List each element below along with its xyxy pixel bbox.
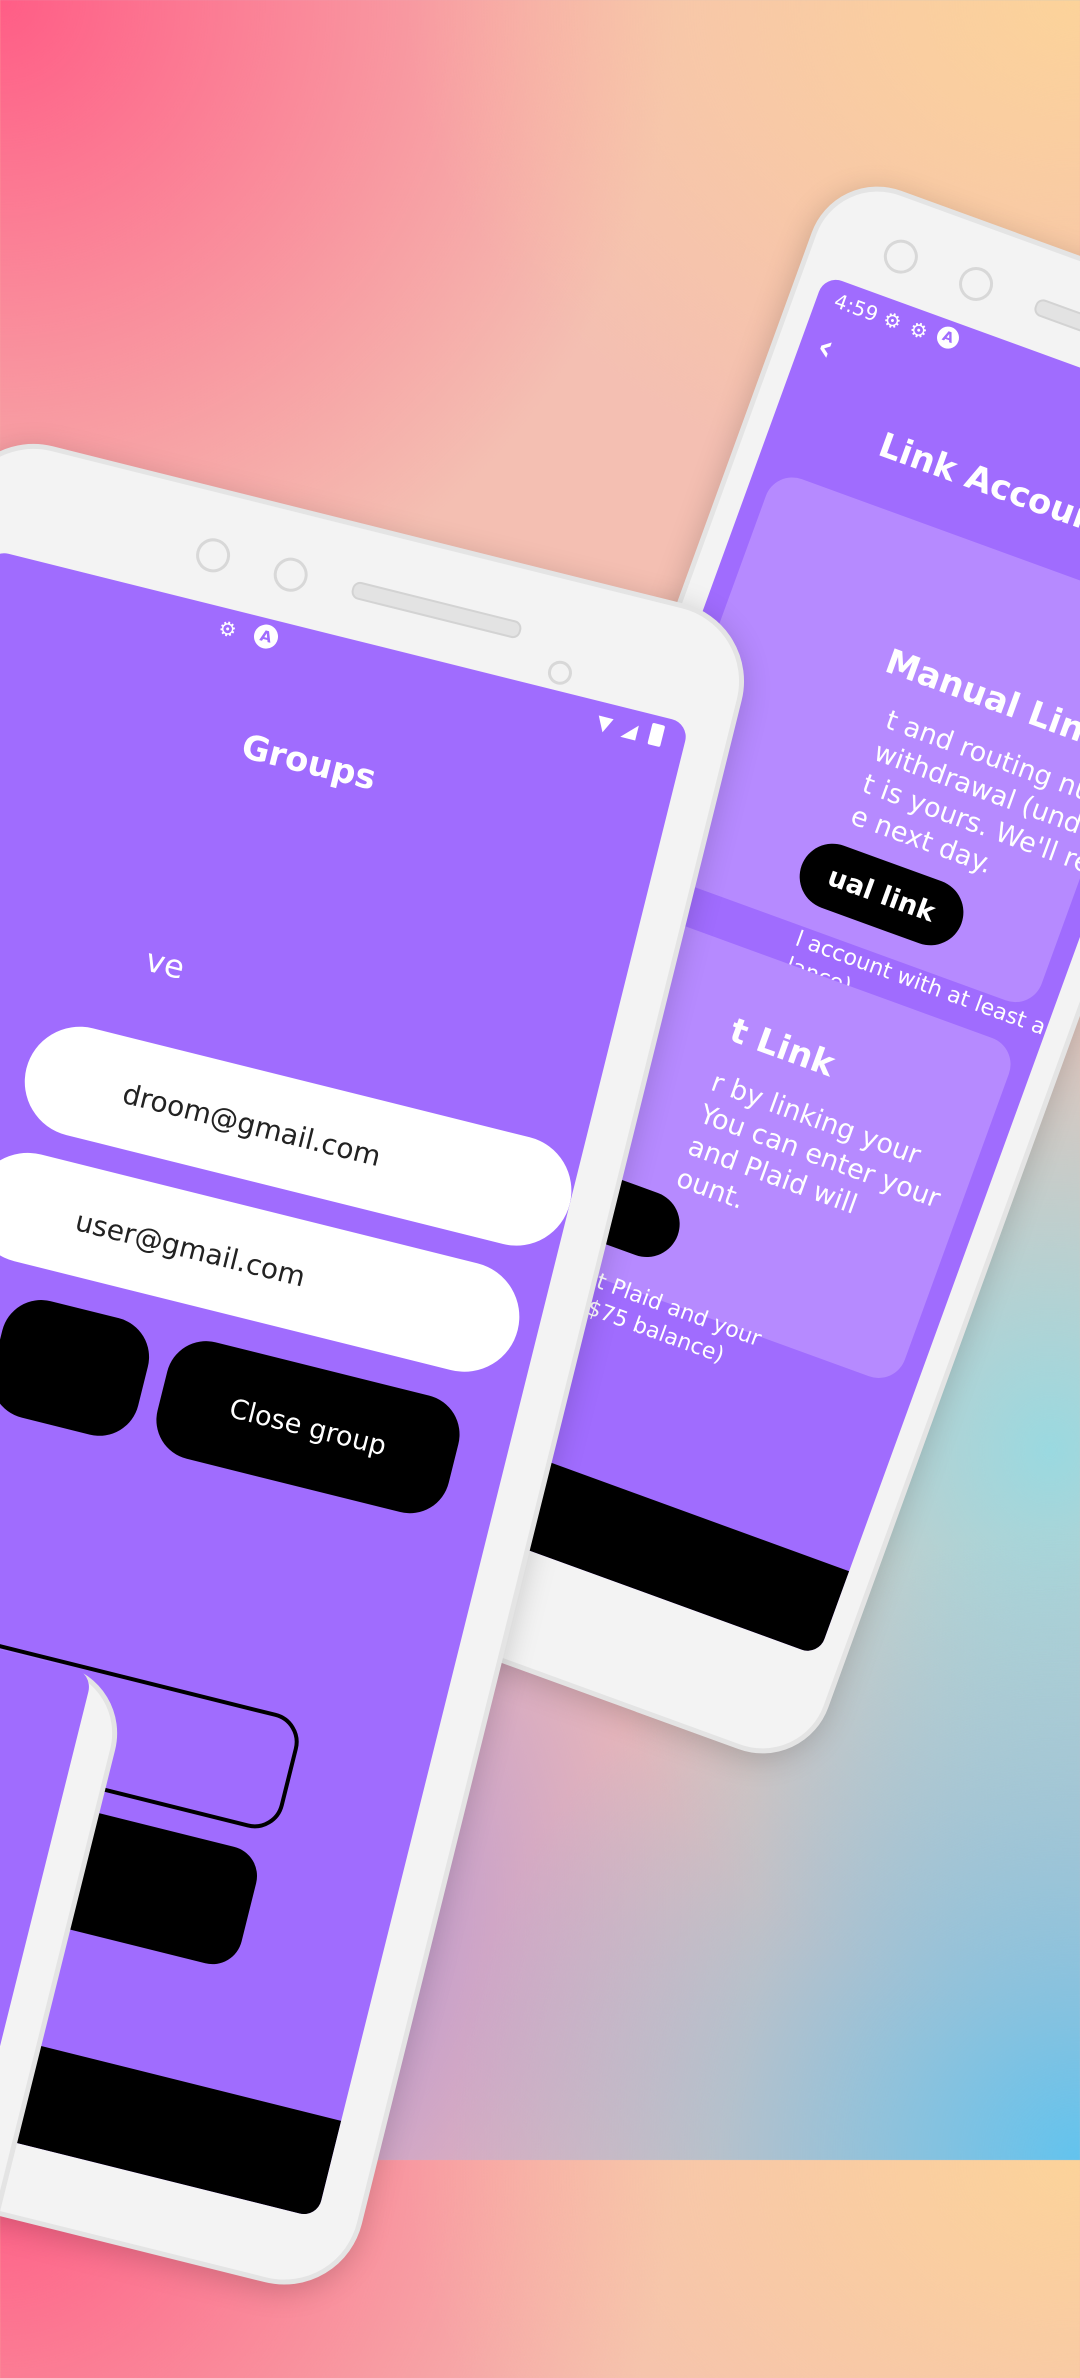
member-email-2: user@gmail.com bbox=[72, 1203, 309, 1293]
section-label: ve bbox=[141, 940, 189, 987]
left-action-button[interactable] bbox=[0, 1291, 158, 1445]
settings-icon-2: ⚙ bbox=[906, 315, 932, 345]
sensor-icon bbox=[270, 554, 312, 596]
wifi-icon: ▼ bbox=[594, 709, 616, 737]
back-chevron-icon[interactable]: ‹ bbox=[812, 326, 840, 370]
sensor-icon bbox=[954, 262, 998, 306]
battery-icon bbox=[647, 722, 666, 748]
proximity-sensor-icon bbox=[545, 658, 575, 688]
page-title: Groups bbox=[237, 726, 380, 799]
app-notification-icon: A bbox=[933, 323, 963, 352]
settings-icon: ⚙ bbox=[216, 615, 240, 643]
app-notification-icon: A bbox=[251, 622, 281, 652]
signal-icon: ◢ bbox=[619, 715, 641, 743]
front-camera-icon bbox=[192, 534, 234, 576]
member-email-1: droom@gmail.com bbox=[119, 1076, 385, 1173]
settings-icon: ⚙ bbox=[879, 306, 905, 335]
speaker-grille bbox=[349, 580, 524, 640]
front-camera-icon bbox=[879, 234, 923, 279]
status-time: 4:59 bbox=[831, 288, 882, 327]
